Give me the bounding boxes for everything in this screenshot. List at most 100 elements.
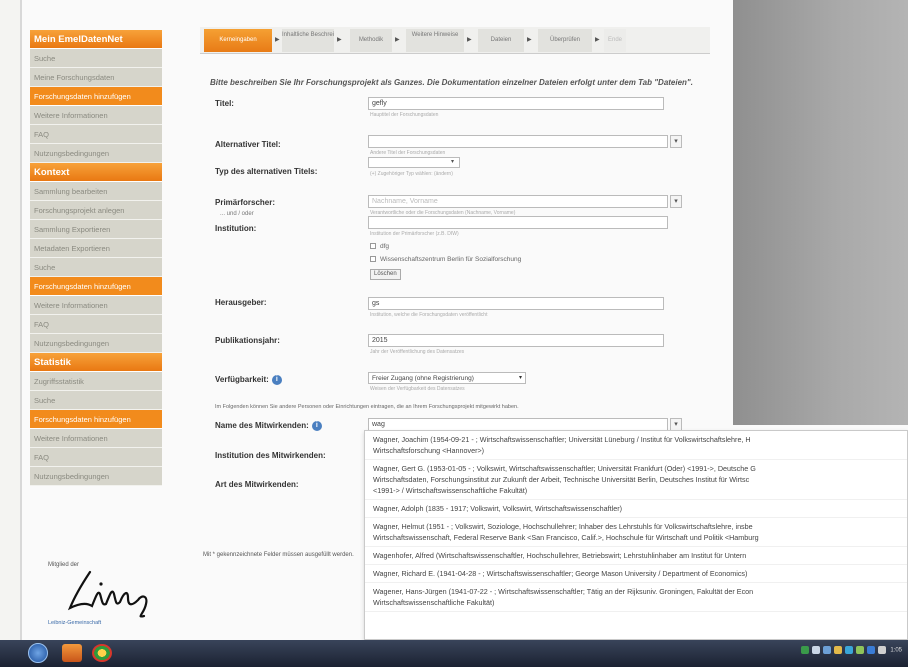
autocomplete-option-line: Wirtschaftsdaten, Forschungsinstitut zur… bbox=[373, 475, 750, 484]
autocomplete-option-line: Wagner, Richard E. (1941-04-28 - ; Wirts… bbox=[373, 569, 748, 578]
wizard-step[interactable]: Dateien bbox=[478, 29, 524, 52]
sidebar-item[interactable]: Metadaten Exportieren bbox=[30, 239, 162, 258]
collab-inst-label: Institution des Mitwirkenden: bbox=[215, 451, 326, 460]
sidebar-item[interactable]: FAQ bbox=[30, 315, 162, 334]
sidebar-item[interactable]: Weitere Informationen bbox=[30, 429, 162, 448]
collaborator-note: Im Folgenden können Sie andere Personen … bbox=[215, 404, 519, 410]
institution-option-2[interactable]: Wissenschaftszentrum Berlin für Sozialfo… bbox=[370, 256, 521, 263]
window-left-edge bbox=[0, 0, 22, 640]
sidebar-item[interactable]: Weitere Informationen bbox=[30, 106, 162, 125]
sidebar-section-heading: Kontext bbox=[30, 163, 162, 182]
browser-icon[interactable] bbox=[92, 644, 112, 662]
alt-type-label: Typ des alternativen Titels: bbox=[215, 167, 318, 176]
start-button-icon[interactable] bbox=[28, 643, 48, 663]
availability-select[interactable]: Freier Zugang (ohne Registrierung) bbox=[368, 372, 526, 384]
sidebar-section-heading: Mein EmelDatenNet bbox=[30, 30, 162, 49]
institution-option-1[interactable]: dfg bbox=[370, 243, 389, 250]
publisher-input[interactable]: gs bbox=[368, 297, 664, 310]
wizard-step[interactable]: Überprüfen bbox=[538, 29, 592, 52]
institution-input[interactable] bbox=[368, 216, 668, 229]
alt-title-label: Alternativer Titel: bbox=[215, 140, 281, 149]
wizard-step[interactable]: Methodik bbox=[350, 29, 392, 52]
checkbox-icon[interactable] bbox=[370, 243, 376, 250]
sidebar-item[interactable]: Zugriffsstatistik bbox=[30, 372, 162, 391]
wizard-step[interactable]: Inhaltliche Beschreibung bbox=[282, 29, 334, 52]
sidebar-item[interactable]: Forschungsdaten hinzufügen bbox=[30, 87, 162, 106]
autocomplete-option[interactable]: Wagner, Helmut (1951 - ; Volkswirt, Sozi… bbox=[365, 518, 907, 547]
checkbox-icon[interactable] bbox=[370, 256, 376, 263]
availability-label-wrap: Verfügbarkeit: i bbox=[215, 375, 282, 385]
pi-input[interactable]: Nachname, Vorname bbox=[368, 195, 668, 208]
autocomplete-option[interactable]: Wagner, Joachim (1954-09-21 - ; Wirtscha… bbox=[365, 431, 907, 460]
system-tray: 1:05 bbox=[800, 646, 902, 654]
wizard-step[interactable]: Kerneingaben bbox=[204, 29, 272, 52]
app-icon[interactable] bbox=[62, 644, 82, 662]
clock[interactable]: 1:05 bbox=[890, 648, 902, 654]
sidebar-item[interactable]: Suche bbox=[30, 49, 162, 68]
background-panel bbox=[733, 0, 908, 425]
publisher-hint: Institution, welche die Forschungsdaten … bbox=[370, 312, 488, 318]
tray-icon[interactable] bbox=[866, 646, 875, 654]
autocomplete-option-line: Wagner, Gert G. (1953-01-05 - ; Volkswir… bbox=[373, 464, 756, 473]
sidebar-item[interactable]: Forschungsdaten hinzufügen bbox=[30, 410, 162, 429]
sidebar-item[interactable]: Nutzungsbedingungen bbox=[30, 334, 162, 353]
sidebar-item[interactable]: Sammlung bearbeiten bbox=[30, 182, 162, 201]
autocomplete-option-line: Wagner, Adolph (1835 - 1917; Volkswirt, … bbox=[373, 504, 622, 513]
wizard-step[interactable]: Weitere Hinweise bbox=[406, 29, 464, 52]
autocomplete-option[interactable]: Wagenhofer, Alfred (Wirtschaftswissensch… bbox=[365, 547, 907, 565]
year-input[interactable]: 2015 bbox=[368, 334, 664, 347]
autocomplete-dropdown: Wagner, Joachim (1954-09-21 - ; Wirtscha… bbox=[364, 430, 908, 640]
sidebar-item[interactable]: Nutzungsbedingungen bbox=[30, 467, 162, 486]
logo-leibniz-label: Leibniz-Gemeinschaft bbox=[48, 620, 102, 626]
sidebar-item[interactable]: Nutzungsbedingungen bbox=[30, 144, 162, 163]
info-icon[interactable]: i bbox=[271, 375, 282, 385]
intro-text: Bitte beschreiben Sie Ihr Forschungsproj… bbox=[210, 78, 693, 87]
leibniz-signature-icon bbox=[67, 570, 148, 618]
autocomplete-option-line: Wirtschaftswissenschaft, Federal Reserve… bbox=[373, 533, 759, 542]
title-label: Titel: bbox=[215, 99, 234, 108]
leibniz-logo: Mitglied der Leibniz-Gemeinschaft bbox=[48, 560, 168, 635]
wizard-steps: Kerneingaben▶Inhaltliche Beschreibung▶Me… bbox=[200, 27, 710, 54]
title-input[interactable]: gefly bbox=[368, 97, 664, 110]
sidebar-item[interactable]: FAQ bbox=[30, 125, 162, 144]
alt-type-chevron-icon: ▾ bbox=[451, 159, 455, 165]
tray-icon[interactable] bbox=[877, 646, 886, 654]
tray-icon[interactable] bbox=[811, 646, 820, 654]
autocomplete-option-line: Wirtschaftswissenschaftliche Fakultät) bbox=[373, 598, 495, 607]
sidebar-item[interactable]: Forschungsprojekt anlegen bbox=[30, 201, 162, 220]
tray-icon[interactable] bbox=[833, 646, 842, 654]
collab-type-label: Art des Mitwirkenden: bbox=[215, 480, 299, 489]
sidebar-item[interactable]: FAQ bbox=[30, 448, 162, 467]
sidebar-item[interactable]: Suche bbox=[30, 258, 162, 277]
sidebar-item[interactable]: Meine Forschungsdaten bbox=[30, 68, 162, 87]
wizard-step[interactable]: Ende bbox=[604, 29, 626, 52]
alt-type-select[interactable] bbox=[368, 157, 460, 168]
autocomplete-option[interactable]: Wagner, Gert G. (1953-01-05 - ; Volkswir… bbox=[365, 460, 907, 500]
step-arrow-icon: ▶ bbox=[337, 37, 342, 43]
year-label: Publikationsjahr: bbox=[215, 336, 280, 345]
tray-icon[interactable] bbox=[800, 646, 809, 654]
autocomplete-option[interactable]: Wagner, Richard E. (1941-04-28 - ; Wirts… bbox=[365, 565, 907, 583]
institution-hint: Institution der Primärforscher (z.B. DIW… bbox=[370, 231, 459, 237]
tray-icon[interactable] bbox=[855, 646, 864, 654]
sidebar-item[interactable]: Sammlung Exportieren bbox=[30, 220, 162, 239]
collab-name-label-wrap: Name des Mitwirkenden: i bbox=[215, 421, 322, 431]
autocomplete-option-line: Wagner, Joachim (1954-09-21 - ; Wirtscha… bbox=[373, 435, 751, 444]
alt-title-hint: Andere Titel der Forschungsdaten bbox=[370, 150, 446, 156]
delete-button[interactable]: Löschen bbox=[370, 269, 401, 280]
sidebar-item[interactable]: Weitere Informationen bbox=[30, 296, 162, 315]
availability-chevron-icon: ▾ bbox=[519, 375, 523, 381]
alt-title-dropdown-icon[interactable]: ▾ bbox=[670, 135, 682, 148]
pi-label: Primärforscher: bbox=[215, 198, 276, 207]
sidebar-item[interactable]: Suche bbox=[30, 391, 162, 410]
info-icon[interactable]: i bbox=[311, 421, 322, 431]
availability-hint: Weisen der Verfügbarkeit des Datensatzes bbox=[370, 386, 465, 392]
step-arrow-icon: ▶ bbox=[395, 37, 400, 43]
tray-icon[interactable] bbox=[822, 646, 831, 654]
autocomplete-option[interactable]: Wagener, Hans-Jürgen (1941-07-22 - ; Wir… bbox=[365, 583, 907, 612]
sidebar-item[interactable]: Forschungsdaten hinzufügen bbox=[30, 277, 162, 296]
tray-icon[interactable] bbox=[844, 646, 853, 654]
autocomplete-option[interactable]: Wagner, Adolph (1835 - 1917; Volkswirt, … bbox=[365, 500, 907, 518]
alt-title-input[interactable] bbox=[368, 135, 668, 148]
pi-dropdown-icon[interactable]: ▾ bbox=[670, 195, 682, 208]
